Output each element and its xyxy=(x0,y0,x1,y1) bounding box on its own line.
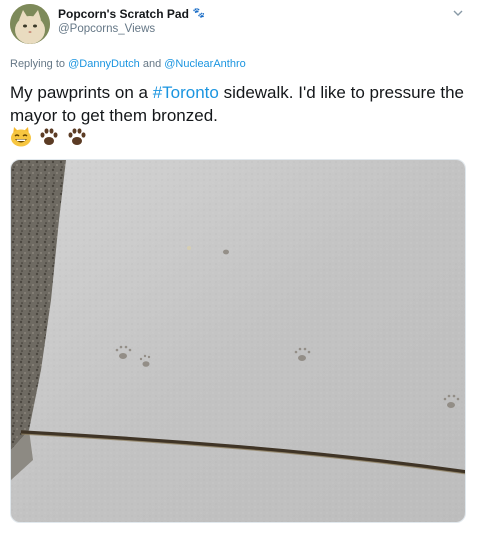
replying-to: Replying to @DannyDutch and @NuclearAnth… xyxy=(10,58,246,70)
mention-link[interactable]: @DannyDutch xyxy=(68,58,140,70)
paw-icon xyxy=(38,127,60,152)
replying-to-conjunction: and xyxy=(139,58,165,70)
replying-to-prefix: Replying to xyxy=(10,58,69,70)
tweet-photo[interactable] xyxy=(10,159,466,523)
tweet-text-part: My pawprints on a xyxy=(10,83,153,102)
hashtag-link[interactable]: #Toronto xyxy=(153,83,219,102)
chevron-down-icon[interactable] xyxy=(451,6,465,20)
avatar[interactable] xyxy=(10,4,50,44)
mention-link[interactable]: @NuclearAnthro xyxy=(164,58,245,70)
user-handle[interactable]: @Popcorns_Views xyxy=(58,23,155,35)
paw-icon: 🐾 xyxy=(192,8,206,19)
tweet-text: My pawprints on a #Toronto sidewalk. I'd… xyxy=(10,81,470,127)
grinning-cat-icon xyxy=(10,127,32,152)
paw-icon xyxy=(66,127,88,152)
tweet-card: Popcorn's Scratch Pad 🐾 @Popcorns_Views … xyxy=(0,0,477,534)
emoji-row xyxy=(10,127,88,152)
display-name[interactable]: Popcorn's Scratch Pad xyxy=(58,7,189,21)
author-name-row[interactable]: Popcorn's Scratch Pad 🐾 xyxy=(58,7,205,21)
